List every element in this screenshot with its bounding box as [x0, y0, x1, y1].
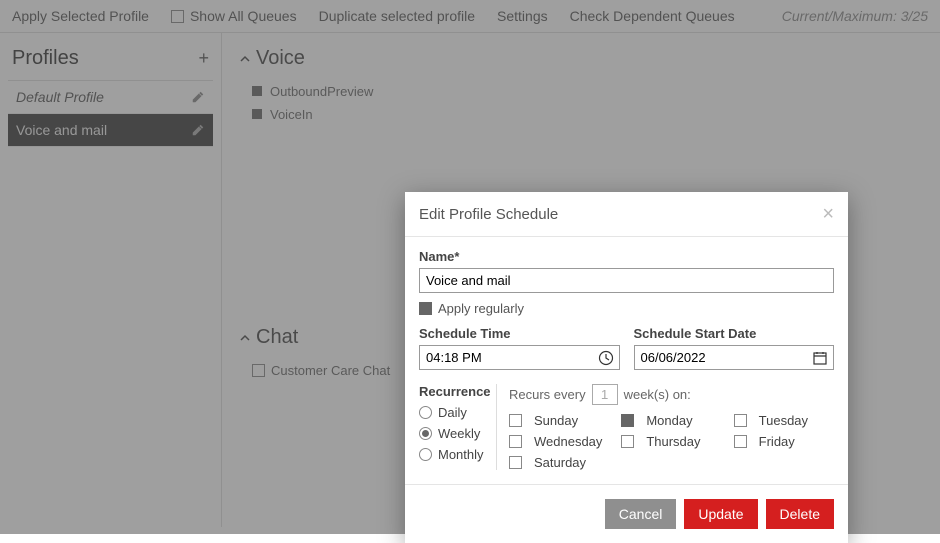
- recurs-suffix: week(s) on:: [624, 387, 691, 402]
- calendar-icon[interactable]: [812, 350, 828, 366]
- day-thursday[interactable]: Thursday: [621, 434, 721, 449]
- day-sunday[interactable]: Sunday: [509, 413, 609, 428]
- checkbox-icon: [734, 435, 747, 448]
- day-label: Thursday: [646, 434, 700, 449]
- delete-button[interactable]: Delete: [766, 499, 834, 529]
- checkbox-icon: [509, 414, 522, 427]
- modal-body: Name* Apply regularly Schedule Time Sche…: [405, 237, 848, 474]
- name-input[interactable]: [419, 268, 834, 293]
- clock-icon[interactable]: [598, 350, 614, 366]
- day-label: Friday: [759, 434, 795, 449]
- day-friday[interactable]: Friday: [734, 434, 834, 449]
- close-icon[interactable]: ×: [822, 204, 834, 224]
- radio-label: Weekly: [438, 426, 480, 441]
- recurrence-section: Recurrence Daily Weekly Monthly Recurs e…: [419, 384, 834, 470]
- apply-regularly-toggle[interactable]: Apply regularly: [419, 301, 834, 316]
- modal-title: Edit Profile Schedule: [419, 206, 558, 223]
- day-saturday[interactable]: Saturday: [509, 455, 609, 470]
- checkbox-icon: [621, 414, 634, 427]
- edit-schedule-modal: Edit Profile Schedule × Name* Apply regu…: [405, 192, 848, 543]
- day-monday[interactable]: Monday: [621, 413, 721, 428]
- radio-icon: [419, 427, 432, 440]
- checkbox-icon: [509, 435, 522, 448]
- freq-weekly[interactable]: Weekly: [419, 426, 490, 441]
- radio-icon: [419, 448, 432, 461]
- freq-monthly[interactable]: Monthly: [419, 447, 490, 462]
- day-label: Wednesday: [534, 434, 602, 449]
- modal-header: Edit Profile Schedule ×: [405, 192, 848, 237]
- recurs-count-input[interactable]: [592, 384, 618, 405]
- day-label: Monday: [646, 413, 692, 428]
- time-input[interactable]: [419, 345, 620, 370]
- day-label: Saturday: [534, 455, 586, 470]
- date-input[interactable]: [634, 345, 835, 370]
- checkbox-icon: [621, 435, 634, 448]
- freq-daily[interactable]: Daily: [419, 405, 490, 420]
- modal-footer: Cancel Update Delete: [405, 484, 848, 543]
- recurrence-label: Recurrence: [419, 384, 490, 399]
- radio-label: Daily: [438, 405, 467, 420]
- update-button[interactable]: Update: [684, 499, 757, 529]
- checkbox-icon: [419, 302, 432, 315]
- apply-label: Apply regularly: [438, 301, 524, 316]
- checkbox-icon: [734, 414, 747, 427]
- day-wednesday[interactable]: Wednesday: [509, 434, 609, 449]
- checkbox-icon: [509, 456, 522, 469]
- day-label: Tuesday: [759, 413, 808, 428]
- time-label: Schedule Time: [419, 326, 620, 341]
- radio-label: Monthly: [438, 447, 484, 462]
- recurs-prefix: Recurs every: [509, 387, 586, 402]
- name-label: Name*: [419, 249, 834, 264]
- date-label: Schedule Start Date: [634, 326, 835, 341]
- radio-icon: [419, 406, 432, 419]
- day-tuesday[interactable]: Tuesday: [734, 413, 834, 428]
- day-label: Sunday: [534, 413, 578, 428]
- cancel-button[interactable]: Cancel: [605, 499, 677, 529]
